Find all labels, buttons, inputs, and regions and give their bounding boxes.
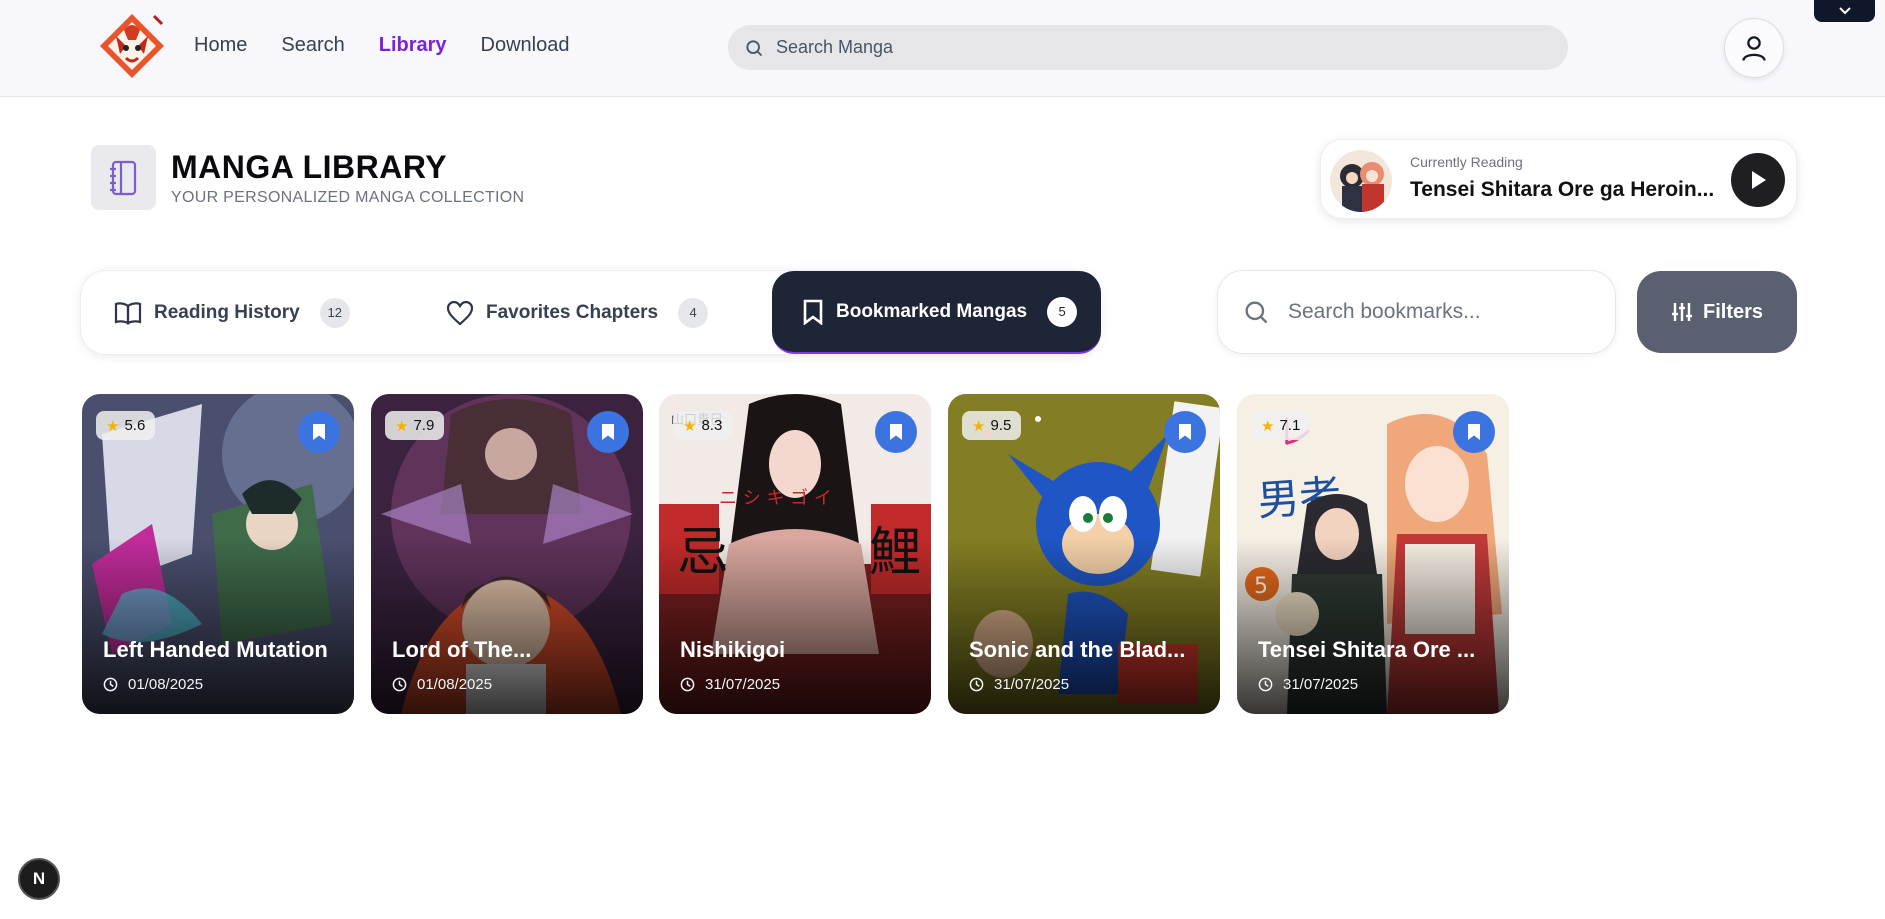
manga-card[interactable]: ★ 5.6 Left Handed Mutation 01/08/2025	[82, 394, 354, 714]
bookmark-icon	[1179, 424, 1191, 440]
nav-link-download[interactable]: Download	[481, 34, 570, 57]
tab-favorites-chapters-label: Favorites Chapters	[486, 301, 659, 323]
tab-reading-history-label: Reading History	[154, 301, 300, 323]
bookmark-search-box[interactable]	[1217, 270, 1616, 354]
user-icon	[1742, 36, 1766, 61]
notebook-icon	[109, 160, 136, 195]
tab-favorites-chapters[interactable]: Favorites Chapters 4	[446, 271, 709, 354]
filters-label: Filters	[1702, 300, 1764, 323]
nav-link-library[interactable]: Library	[379, 34, 447, 57]
library-tabs: Reading History 12 Favorites Chapters 4 …	[80, 270, 1101, 355]
star-icon: ★	[972, 417, 986, 435]
manga-title: Sonic and the Blad...	[969, 637, 1186, 662]
site-logo[interactable]	[96, 10, 168, 82]
star-icon: ★	[106, 417, 120, 435]
manga-search-bar[interactable]	[728, 25, 1568, 70]
collapse-toggle[interactable]	[1814, 0, 1875, 22]
tab-reading-history[interactable]: Reading History 12	[114, 271, 350, 354]
currently-reading-title[interactable]: Tensei Shitara Ore ga Heroin...	[1410, 178, 1720, 202]
rating-badge: ★ 7.1	[1251, 411, 1311, 440]
bookmark-icon	[313, 424, 325, 440]
dev-tools-badge[interactable]: N	[18, 858, 60, 900]
play-icon	[1752, 171, 1766, 189]
top-navbar: Home Search Library Download	[0, 0, 1885, 97]
star-icon: ★	[683, 417, 697, 435]
bookmark-toggle-button[interactable]	[587, 411, 629, 453]
bookmark-date: 31/07/2025	[680, 676, 780, 693]
clock-icon	[969, 677, 984, 692]
manga-title: Nishikigoi	[680, 637, 786, 662]
manga-card[interactable]: 忌 鯉 山口貴巳 ニ シ キ ゴ イ ★8.3 Nishikigoi 31/07…	[659, 394, 931, 714]
bookmark-icon	[1468, 424, 1480, 440]
nav-link-home[interactable]: Home	[194, 34, 247, 57]
bookmark-toggle-button[interactable]	[298, 411, 340, 453]
clock-icon	[392, 677, 407, 692]
manga-card[interactable]: ★ 9.5 Sonic and the Blad... 31/07/2025	[948, 394, 1220, 714]
manga-card[interactable]: ★ 7.9 Lord of The... 01/08/2025	[371, 394, 643, 714]
manga-title: Lord of The...	[392, 637, 532, 662]
filters-button[interactable]: Filters	[1637, 271, 1797, 353]
tab-reading-history-count: 12	[319, 297, 350, 328]
resume-play-button[interactable]	[1731, 153, 1785, 207]
search-icon	[746, 39, 763, 56]
sliders-icon	[1671, 303, 1692, 321]
bookmark-icon	[803, 299, 823, 325]
book-open-icon	[114, 301, 142, 325]
bookmark-icon	[602, 424, 614, 440]
manga-search-input[interactable]	[776, 37, 1536, 58]
clock-icon	[680, 677, 695, 692]
bookmark-icon	[890, 424, 902, 440]
nav-link-search[interactable]: Search	[281, 34, 344, 57]
rating-badge: ★ 9.5	[962, 411, 1022, 440]
library-icon-box	[91, 145, 156, 210]
bookmark-toggle-button[interactable]	[1164, 411, 1206, 453]
clock-icon	[103, 677, 118, 692]
page-subtitle: YOUR PERSONALIZED MANGA COLLECTION	[171, 189, 525, 206]
clock-icon	[1258, 677, 1273, 692]
currently-reading-card[interactable]: Currently Reading Tensei Shitara Ore ga …	[1320, 139, 1797, 219]
currently-reading-thumbnail	[1330, 150, 1392, 212]
currently-reading-label: Currently Reading	[1410, 154, 1523, 170]
tab-favorites-chapters-count: 4	[678, 297, 709, 328]
manga-title: Tensei Shitara Ore ...	[1258, 637, 1476, 662]
chevron-down-icon	[1838, 7, 1851, 15]
page-title: MANGA LIBRARY	[171, 149, 448, 185]
bookmark-search-input[interactable]	[1288, 300, 1608, 324]
main-nav: Home Search Library Download	[194, 34, 570, 57]
rating-badge: ★ 7.9	[385, 411, 445, 440]
bookmark-date: 01/08/2025	[103, 676, 203, 693]
tab-bookmarked-mangas-count: 5	[1047, 296, 1078, 327]
search-icon	[1245, 301, 1268, 324]
tab-bookmarked-mangas-label: Bookmarked Mangas	[836, 300, 1028, 322]
bookmark-date: 31/07/2025	[1258, 676, 1358, 693]
manga-card[interactable]: 男者 レ 5 ★7.1 Tensei Shitara Ore ... 31/07…	[1237, 394, 1509, 714]
star-icon: ★	[395, 417, 409, 435]
rating-badge: ★ 5.6	[96, 411, 156, 440]
star-icon: ★	[1261, 417, 1275, 435]
manga-title: Left Handed Mutation	[103, 637, 328, 662]
tab-bookmarked-mangas[interactable]: Bookmarked Mangas 5	[772, 271, 1101, 354]
bookmark-toggle-button[interactable]	[875, 411, 917, 453]
bookmark-toggle-button[interactable]	[1453, 411, 1495, 453]
rating-badge: ★ 8.3	[673, 411, 733, 440]
bookmark-date: 31/07/2025	[969, 676, 1069, 693]
bookmark-date: 01/08/2025	[392, 676, 492, 693]
user-profile-button[interactable]	[1724, 18, 1784, 78]
heart-icon	[446, 300, 474, 325]
